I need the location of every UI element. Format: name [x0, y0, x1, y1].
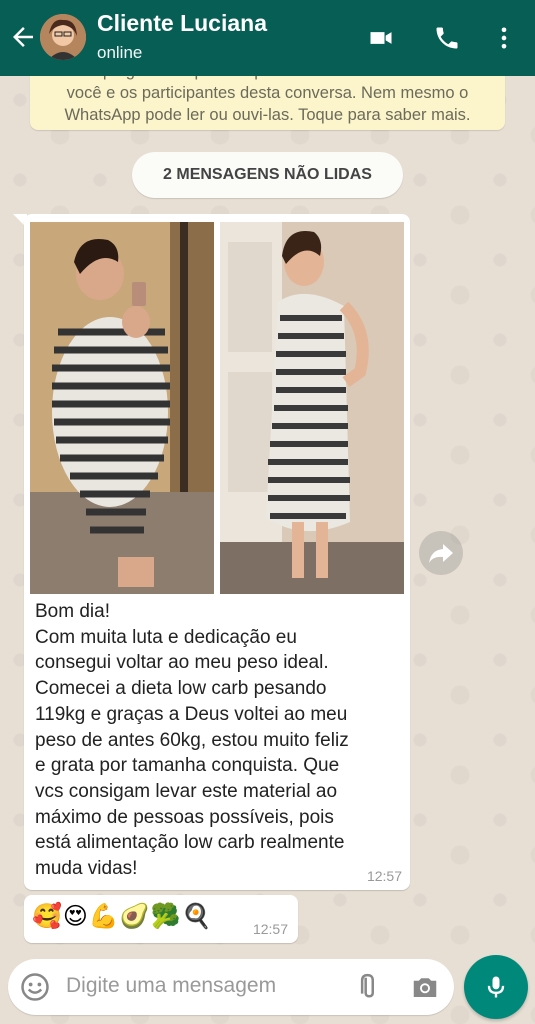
mic-button[interactable] [464, 955, 528, 1019]
arrow-back-icon[interactable] [8, 22, 38, 52]
camera-icon[interactable] [410, 972, 440, 1002]
emoji-message-time: 12:57 [252, 921, 288, 937]
emoji-message-bubble[interactable]: 🥰😍💪🥑🥦🍳 12:57 [24, 895, 298, 943]
message-time: 12:57 [366, 868, 402, 884]
unread-messages-banner: 2 MENSAGENS NÃO LIDAS [132, 152, 403, 198]
encryption-notice-line2: você e os participantes desta conversa. … [66, 84, 469, 102]
emoji-icon[interactable] [20, 972, 50, 1002]
forward-icon [429, 544, 453, 563]
message-text: Bom dia! Com muita luta e dedicação eu c… [35, 601, 349, 880]
contact-name[interactable]: Cliente Luciana [97, 10, 267, 37]
message-input-bar[interactable]: Digite uma mensagem [8, 959, 454, 1015]
message-bubble[interactable]: Bom dia! Com muita luta e dedicação eu c… [24, 214, 410, 890]
before-photo[interactable] [30, 222, 214, 594]
after-photo[interactable] [220, 222, 404, 594]
forward-button[interactable] [419, 531, 463, 575]
phone-icon[interactable] [432, 24, 462, 52]
attach-icon[interactable] [352, 972, 382, 1002]
encryption-notice-line3: WhatsApp pode ler ou ouvi-las. Toque par… [64, 106, 471, 124]
video-call-icon[interactable] [366, 24, 396, 52]
more-vert-icon[interactable] [490, 24, 518, 52]
message-input-placeholder[interactable]: Digite uma mensagem [66, 974, 276, 998]
avatar[interactable] [40, 14, 86, 60]
mic-icon [487, 976, 505, 998]
chat-header: Cliente Luciana online [0, 0, 535, 76]
contact-status: online [97, 43, 143, 62]
emoji-message-text: 🥰😍💪🥑🥦🍳 [32, 903, 213, 930]
